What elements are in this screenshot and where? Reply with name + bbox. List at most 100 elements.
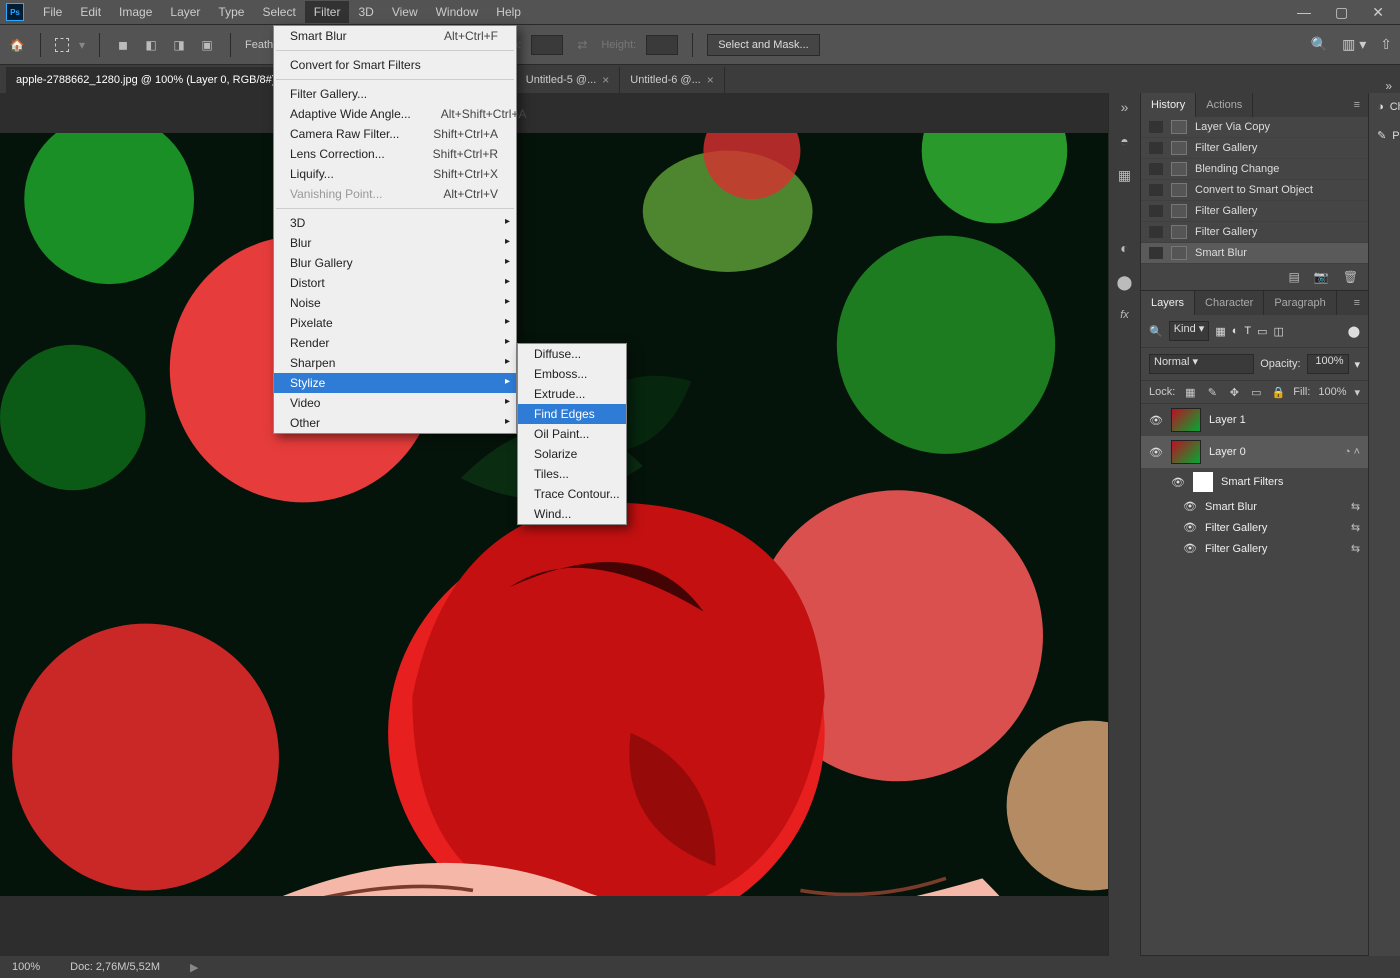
- smart-object-icon[interactable]: ◔ ˄: [1344, 446, 1360, 458]
- fill-input[interactable]: 100%: [1318, 386, 1346, 398]
- paths-tab[interactable]: ✎ Paths: [1369, 121, 1400, 150]
- filter-blend-icon[interactable]: ⇆: [1351, 521, 1360, 534]
- menu-item[interactable]: Camera Raw Filter...Shift+Ctrl+A: [274, 124, 516, 144]
- document-tab[interactable]: apple-2788662_1280.jpg @ 100% (Layer 0, …: [6, 67, 307, 93]
- menu-item[interactable]: Filter Gallery...: [274, 84, 516, 104]
- expand-panels-icon[interactable]: »: [1121, 99, 1129, 115]
- menu-item[interactable]: Find Edges: [518, 404, 626, 424]
- marquee-tool-icon[interactable]: [55, 38, 69, 52]
- visibility-icon[interactable]: 👁: [1183, 500, 1197, 513]
- menu-type[interactable]: Type: [209, 1, 253, 23]
- blend-mode-select[interactable]: Normal ▾: [1149, 354, 1254, 374]
- swatches-icon[interactable]: ▦: [1118, 167, 1131, 184]
- adjustments-icon[interactable]: ◐: [1120, 240, 1128, 256]
- document-tab[interactable]: Untitled-5 @...×: [516, 67, 620, 93]
- panel-menu-icon[interactable]: ≡: [1346, 291, 1368, 315]
- zoom-level[interactable]: 100%: [12, 961, 40, 973]
- smart-filters-header[interactable]: 👁Smart Filters: [1141, 468, 1368, 496]
- menu-item[interactable]: Render: [274, 333, 516, 353]
- history-item[interactable]: Smart Blur: [1141, 243, 1368, 264]
- type-filter-icon[interactable]: T: [1244, 325, 1251, 337]
- menu-item[interactable]: Extrude...: [518, 384, 626, 404]
- share-icon[interactable]: ⇧: [1380, 36, 1392, 53]
- tab-layers[interactable]: Layers: [1141, 291, 1195, 315]
- menu-item[interactable]: Oil Paint...: [518, 424, 626, 444]
- home-icon[interactable]: 🏠: [8, 36, 26, 54]
- layer-row[interactable]: 👁Layer 1: [1141, 404, 1368, 436]
- layer-thumbnail[interactable]: [1171, 440, 1201, 464]
- channels-tab[interactable]: ◑ Channels: [1369, 93, 1400, 121]
- menu-item[interactable]: Sharpen: [274, 353, 516, 373]
- add-selection-icon[interactable]: ◧: [142, 36, 160, 54]
- menu-item[interactable]: Wind...: [518, 504, 626, 524]
- snapshot-icon[interactable]: 📷: [1314, 270, 1329, 284]
- tab-actions[interactable]: Actions: [1196, 93, 1253, 117]
- select-and-mask-button[interactable]: Select and Mask...: [707, 34, 820, 56]
- shape-filter-icon[interactable]: ▭: [1257, 325, 1267, 338]
- color-icon[interactable]: ◓: [1120, 133, 1128, 149]
- menu-image[interactable]: Image: [110, 1, 161, 23]
- filter-mask-thumbnail[interactable]: [1193, 472, 1213, 492]
- filter-blend-icon[interactable]: ⇆: [1351, 500, 1360, 513]
- lock-pixels-icon[interactable]: ▦: [1183, 385, 1197, 399]
- menu-select[interactable]: Select: [253, 1, 304, 23]
- menu-item[interactable]: Smart BlurAlt+Ctrl+F: [274, 26, 516, 46]
- intersect-selection-icon[interactable]: ▣: [198, 36, 216, 54]
- new-selection-icon[interactable]: ◼: [114, 36, 132, 54]
- menu-item[interactable]: Pixelate: [274, 313, 516, 333]
- tabs-overflow-icon[interactable]: »: [1377, 79, 1400, 93]
- menu-item[interactable]: 3D: [274, 213, 516, 233]
- smartobj-filter-icon[interactable]: ◫: [1274, 325, 1284, 338]
- menu-item[interactable]: Diffuse...: [518, 344, 626, 364]
- menu-item[interactable]: Distort: [274, 273, 516, 293]
- doc-size[interactable]: Doc: 2,76M/5,52M: [70, 961, 160, 973]
- menu-item[interactable]: Other: [274, 413, 516, 433]
- history-item[interactable]: Filter Gallery: [1141, 138, 1368, 159]
- menu-item[interactable]: Adaptive Wide Angle...Alt+Shift+Ctrl+A: [274, 104, 516, 124]
- subtract-selection-icon[interactable]: ◨: [170, 36, 188, 54]
- pixel-filter-icon[interactable]: ▦: [1215, 325, 1225, 338]
- history-item[interactable]: Convert to Smart Object: [1141, 180, 1368, 201]
- tab-history[interactable]: History: [1141, 93, 1196, 117]
- lock-brush-icon[interactable]: ✎: [1205, 385, 1219, 399]
- adjustment-filter-icon[interactable]: ◐: [1232, 325, 1239, 337]
- history-item[interactable]: Filter Gallery: [1141, 222, 1368, 243]
- maximize-button[interactable]: ▢: [1335, 4, 1348, 21]
- menu-item[interactable]: Noise: [274, 293, 516, 313]
- styles-icon[interactable]: ⬤: [1117, 274, 1133, 291]
- history-item[interactable]: Filter Gallery: [1141, 201, 1368, 222]
- arrange-icon[interactable]: ▥ ▾: [1342, 36, 1366, 53]
- menu-item[interactable]: Tiles...: [518, 464, 626, 484]
- search-icon[interactable]: 🔍: [1311, 36, 1328, 53]
- filter-blend-icon[interactable]: ⇆: [1351, 542, 1360, 555]
- menu-edit[interactable]: Edit: [71, 1, 110, 23]
- minimize-button[interactable]: —: [1297, 4, 1311, 21]
- menu-window[interactable]: Window: [427, 1, 488, 23]
- lock-all-icon[interactable]: 🔒: [1271, 385, 1285, 399]
- smart-filter-item[interactable]: 👁Filter Gallery⇆: [1141, 517, 1368, 538]
- lock-position-icon[interactable]: ✥: [1227, 385, 1241, 399]
- menu-item[interactable]: Emboss...: [518, 364, 626, 384]
- lock-artboard-icon[interactable]: ▭: [1249, 385, 1263, 399]
- panel-menu-icon[interactable]: ≡: [1346, 93, 1368, 117]
- menu-item[interactable]: Blur Gallery: [274, 253, 516, 273]
- filter-toggle-icon[interactable]: ⬤: [1348, 325, 1360, 338]
- status-flyout-icon[interactable]: ▶: [190, 961, 198, 974]
- menu-item[interactable]: Blur: [274, 233, 516, 253]
- document-tab[interactable]: Untitled-6 @...×: [620, 67, 724, 93]
- visibility-icon[interactable]: 👁: [1183, 542, 1197, 555]
- menu-3d[interactable]: 3D: [349, 1, 382, 23]
- menu-file[interactable]: File: [34, 1, 71, 23]
- menu-filter[interactable]: Filter: [305, 1, 350, 23]
- opacity-input[interactable]: 100%: [1307, 354, 1349, 374]
- history-item[interactable]: Blending Change: [1141, 159, 1368, 180]
- smart-filter-item[interactable]: 👁Filter Gallery⇆: [1141, 538, 1368, 559]
- menu-item[interactable]: Solarize: [518, 444, 626, 464]
- menu-item[interactable]: Video: [274, 393, 516, 413]
- menu-help[interactable]: Help: [487, 1, 530, 23]
- visibility-icon[interactable]: 👁: [1183, 521, 1197, 534]
- close-button[interactable]: ✕: [1372, 4, 1384, 21]
- menu-view[interactable]: View: [383, 1, 427, 23]
- close-tab-icon[interactable]: ×: [602, 73, 609, 87]
- menu-item[interactable]: Convert for Smart Filters: [274, 55, 516, 75]
